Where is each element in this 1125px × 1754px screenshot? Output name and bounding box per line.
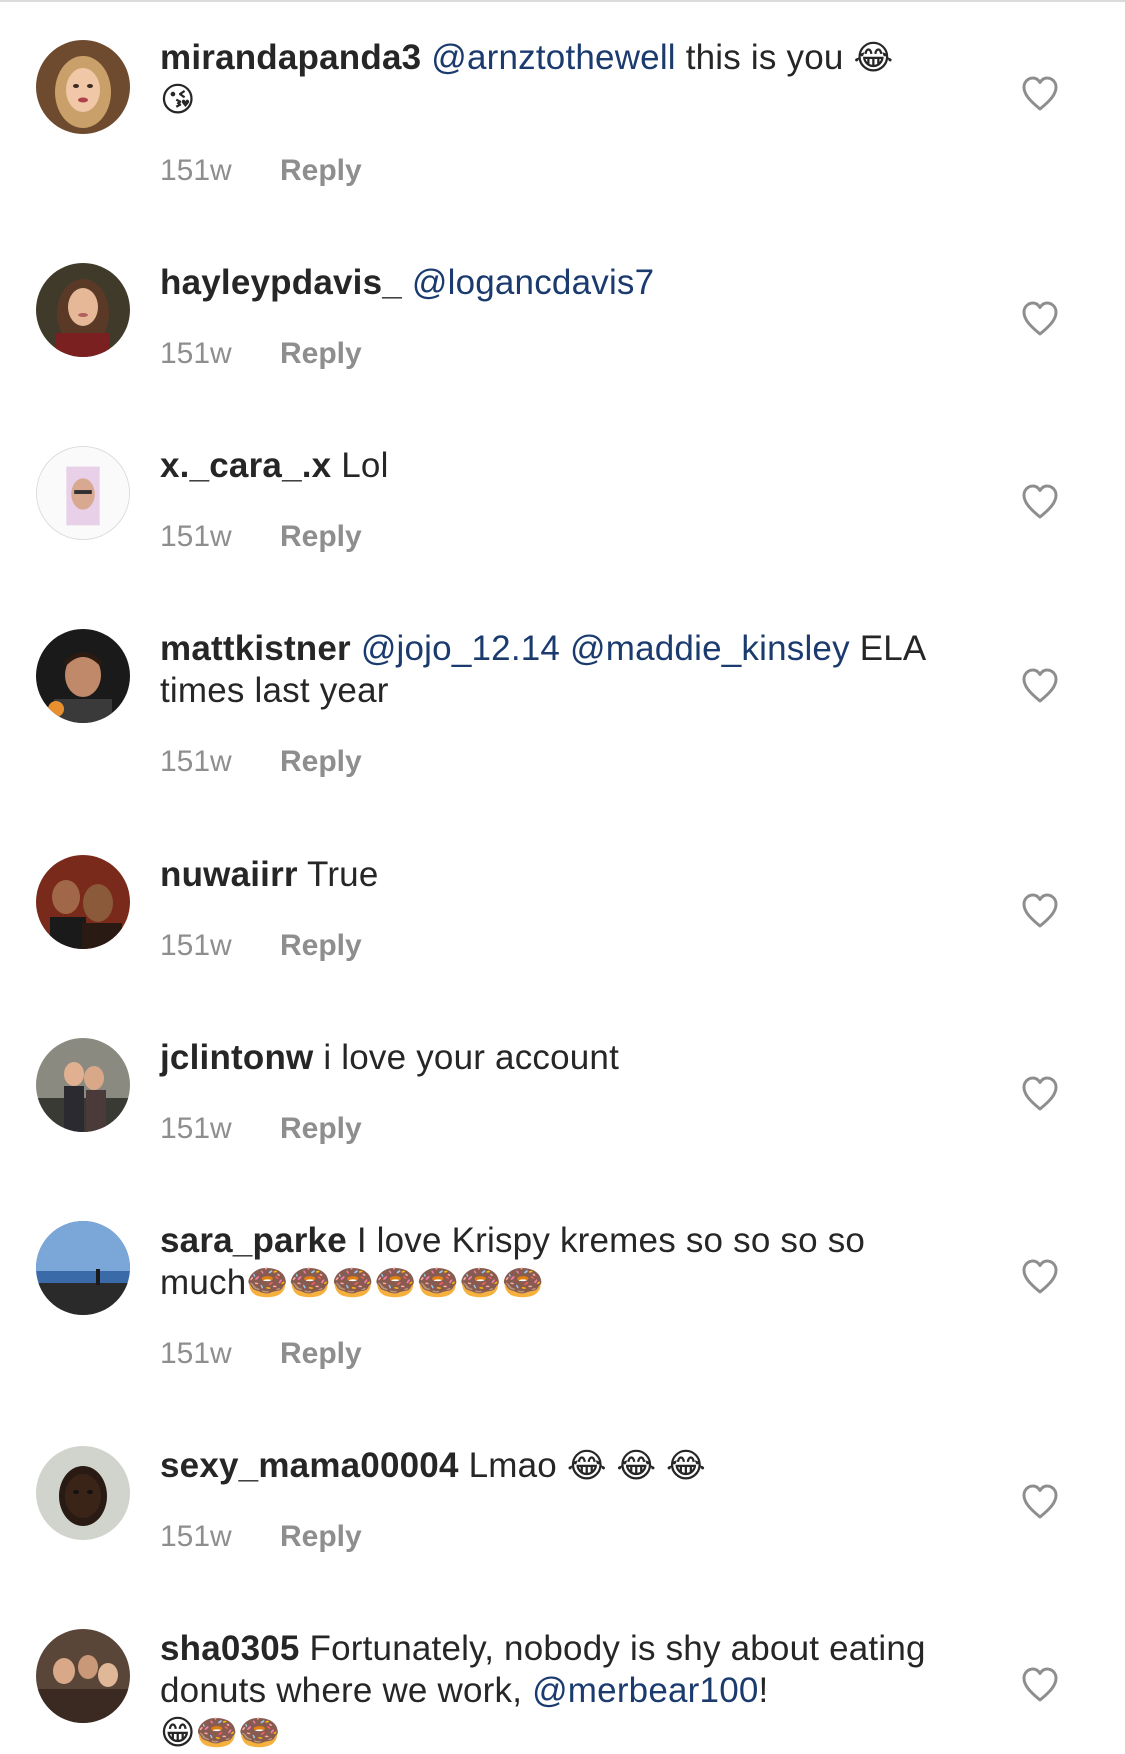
reply-button[interactable]: Reply — [280, 1520, 362, 1554]
comment-age: 151w — [160, 520, 232, 553]
comment-text: mirandapanda3 @arnztothewell this is you… — [160, 37, 960, 121]
reply-button[interactable]: Reply — [280, 154, 362, 188]
comment-username[interactable]: sexy_mama00004 — [160, 1446, 459, 1485]
avatar[interactable] — [36, 1629, 130, 1723]
avatar[interactable] — [36, 1038, 130, 1132]
comment-mention[interactable]: @jojo_12.14 — [361, 629, 560, 668]
like-heart-icon[interactable] — [1020, 299, 1060, 339]
like-heart-icon[interactable] — [1020, 74, 1060, 114]
comment-age: 151w — [160, 745, 232, 778]
comment-username[interactable]: x._cara_.x — [160, 446, 331, 485]
comment-body: i love your account — [313, 1038, 620, 1077]
comment-body: Lol — [331, 446, 389, 485]
avatar[interactable] — [36, 1221, 130, 1315]
comment-username[interactable]: hayleypdavis_ — [160, 263, 402, 302]
like-heart-icon[interactable] — [1020, 891, 1060, 931]
comment-mention[interactable]: @arnztothewell — [431, 38, 676, 77]
reply-button[interactable]: Reply — [280, 520, 362, 554]
avatar[interactable] — [36, 629, 130, 723]
avatar[interactable] — [36, 446, 130, 540]
comment-text: sara_parke I love Krispy kremes so so so… — [160, 1220, 960, 1304]
avatar[interactable] — [36, 855, 130, 949]
like-heart-icon[interactable] — [1020, 1665, 1060, 1705]
comment-age: 151w — [160, 337, 232, 370]
reply-button[interactable]: Reply — [280, 1337, 362, 1371]
comment-text: jclintonw i love your account — [160, 1037, 960, 1079]
comment-text: sexy_mama00004 Lmao 😂 😂 😂 — [160, 1445, 960, 1487]
comment-text: sha0305 Fortunately, nobody is shy about… — [160, 1628, 960, 1754]
comment-age: 151w — [160, 929, 232, 962]
tears-of-joy-icon: 😂 😂 😂 — [566, 1447, 706, 1485]
comment-username[interactable]: sha0305 — [160, 1629, 300, 1668]
reply-button[interactable]: Reply — [280, 1112, 362, 1146]
comment-body-end: ! — [758, 1671, 769, 1710]
grin-donut-icon: 😁🍩🍩 — [160, 1714, 281, 1752]
comment-username[interactable]: mirandapanda3 — [160, 38, 421, 77]
tears-of-joy-icon: 😂 — [853, 39, 894, 77]
comment-body: Lmao — [458, 1446, 567, 1485]
like-heart-icon[interactable] — [1020, 666, 1060, 706]
kiss-face-icon: 😘 — [160, 81, 196, 119]
like-heart-icon[interactable] — [1020, 1257, 1060, 1297]
avatar[interactable] — [36, 1446, 130, 1540]
comment-mention[interactable]: @maddie_kinsley — [570, 629, 850, 668]
comment-body: this is you — [675, 38, 854, 77]
comment-age: 151w — [160, 1337, 232, 1370]
donut-icon: 🍩🍩🍩🍩🍩🍩🍩 — [246, 1264, 545, 1302]
comment-username[interactable]: jclintonw — [160, 1038, 313, 1077]
like-heart-icon[interactable] — [1020, 1482, 1060, 1522]
avatar[interactable] — [36, 263, 130, 357]
top-divider — [0, 0, 1125, 2]
comment-username[interactable]: mattkistner — [160, 629, 351, 668]
comment-age: 151w — [160, 1520, 232, 1553]
comment-username[interactable]: sara_parke — [160, 1221, 347, 1260]
comment-mention[interactable]: @logancdavis7 — [412, 263, 654, 302]
comment-text: mattkistner @jojo_12.14 @maddie_kinsley … — [160, 628, 960, 712]
like-heart-icon[interactable] — [1020, 1074, 1060, 1114]
reply-button[interactable]: Reply — [280, 929, 362, 963]
comment-text: x._cara_.x Lol — [160, 445, 960, 487]
comment-age: 151w — [160, 154, 232, 187]
comment-age: 151w — [160, 1112, 232, 1145]
reply-button[interactable]: Reply — [280, 745, 362, 779]
comment-username[interactable]: nuwaiirr — [160, 855, 298, 894]
comment-text: nuwaiirr True — [160, 854, 960, 896]
comment-body: True — [297, 855, 379, 894]
avatar[interactable] — [36, 40, 130, 134]
like-heart-icon[interactable] — [1020, 482, 1060, 522]
comment-text: hayleypdavis_ @logancdavis7 — [160, 262, 960, 304]
comment-mention[interactable]: @merbear100 — [532, 1671, 758, 1710]
reply-button[interactable]: Reply — [280, 337, 362, 371]
